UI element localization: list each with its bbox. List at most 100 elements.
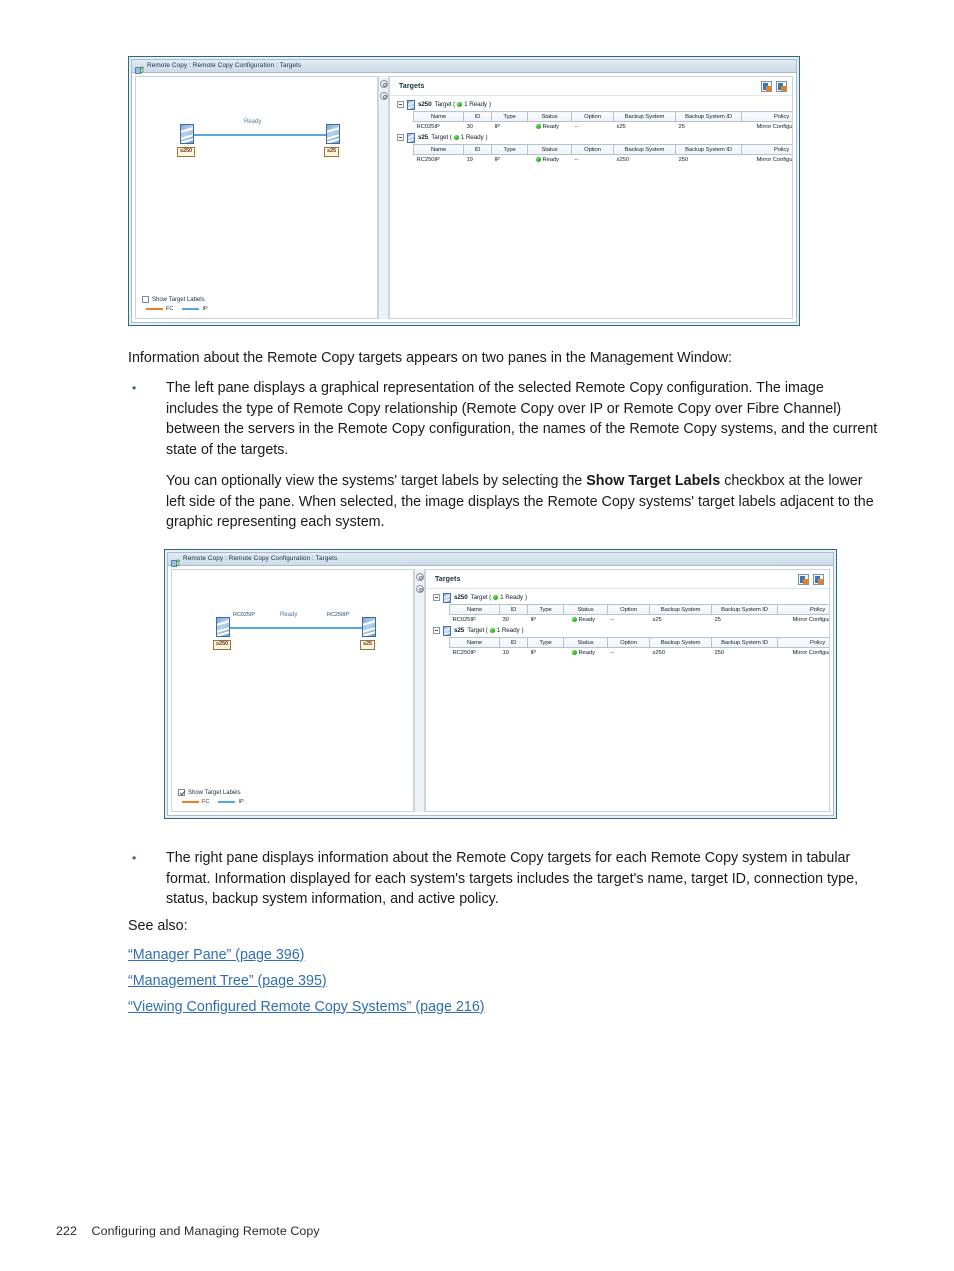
col-name[interactable]: Name — [449, 604, 500, 615]
col-policy[interactable]: Policy — [777, 637, 829, 648]
link-manager-pane[interactable]: “Manager Pane” (page 396) — [128, 947, 304, 963]
pane-splitter[interactable] — [414, 569, 425, 812]
col-status[interactable]: Status — [527, 111, 572, 122]
targets-pane-title: Targets — [435, 576, 461, 583]
footer-page-number: 222 — [56, 1224, 77, 1238]
show-target-labels-row[interactable]: Show Target Labels — [142, 296, 208, 303]
targets-table-s25: Name ID Type Status Option Backup System… — [413, 144, 793, 165]
bullet-marker: • — [132, 851, 137, 865]
topology-diagram: Ready s250 s25 — [136, 77, 377, 251]
link-state-label: Ready — [280, 612, 298, 618]
table-row[interactable]: RC025IP 30 IP Ready -- s25 25 Mirror Con… — [450, 615, 830, 625]
col-policy[interactable]: Policy — [741, 144, 792, 155]
col-backup-system[interactable]: Backup System — [649, 604, 712, 615]
col-type[interactable]: Type — [527, 637, 564, 648]
legend-key-ip: IP — [218, 799, 244, 805]
collapse-right-icon[interactable] — [379, 92, 388, 100]
col-type[interactable]: Type — [491, 111, 528, 122]
col-backup-system[interactable]: Backup System — [613, 144, 676, 155]
diagram-legend: Show Target Labels FC IP — [142, 296, 208, 312]
col-id[interactable]: ID — [499, 637, 528, 648]
col-status[interactable]: Status — [563, 604, 608, 615]
tree-node-s25[interactable]: s25 Target ( 1 Ready ) — [432, 625, 824, 636]
col-option[interactable]: Option — [607, 604, 650, 615]
show-target-labels-row[interactable]: Show Target Labels — [178, 789, 244, 796]
graphic-pane[interactable]: Ready s250 s25 Show Target Labels FC IP — [135, 76, 378, 319]
col-backup-system-id[interactable]: Backup System ID — [675, 111, 742, 122]
see-also-label: See also: — [128, 918, 188, 934]
col-id[interactable]: ID — [463, 144, 492, 155]
intro-paragraph-block: Information about the Remote Copy target… — [128, 348, 878, 369]
link-viewing-configured-remote-copy-systems[interactable]: “Viewing Configured Remote Copy Systems”… — [128, 999, 485, 1015]
col-status[interactable]: Status — [527, 144, 572, 155]
tree-node-s250[interactable]: s250 Target ( 1 Ready ) — [432, 592, 824, 603]
col-type[interactable]: Type — [527, 604, 564, 615]
targets-table-s250: Name ID Type Status Option Backup System… — [413, 111, 793, 132]
system-icon-right[interactable] — [362, 617, 376, 637]
col-option[interactable]: Option — [571, 144, 614, 155]
system-node-icon — [407, 132, 415, 143]
col-backup-system-id[interactable]: Backup System ID — [711, 604, 778, 615]
export-table-icon[interactable] — [761, 81, 772, 92]
tree-node-s25[interactable]: s25 Target ( 1 Ready ) — [396, 132, 787, 143]
collapse-icon[interactable] — [433, 627, 440, 634]
col-id[interactable]: ID — [499, 604, 528, 615]
tree-node-s250[interactable]: s250 Target ( 1 Ready ) — [396, 99, 787, 110]
window-workarea: Ready RC025IP RC250IP s250 s25 Show Targ… — [167, 565, 834, 816]
graphic-pane[interactable]: Ready RC025IP RC250IP s250 s25 Show Targ… — [171, 569, 414, 812]
show-target-labels-checkbox[interactable] — [178, 789, 185, 796]
collapse-icon[interactable] — [433, 594, 440, 601]
col-backup-system[interactable]: Backup System — [613, 111, 676, 122]
cell-option: -- — [574, 156, 579, 163]
table-row[interactable]: RC250IP 19 IP Ready -- s250 250 Mirror C… — [414, 155, 793, 165]
col-option[interactable]: Option — [607, 637, 650, 648]
system-icon-left[interactable] — [180, 124, 194, 144]
system-icon-left[interactable] — [216, 617, 230, 637]
collapse-left-icon[interactable] — [415, 573, 424, 581]
tree-node-suffix-end: ) — [485, 134, 488, 141]
table-row[interactable]: RC250IP 19 IP Ready -- s250 250 Mirror C… — [450, 648, 830, 658]
link-management-tree[interactable]: “Management Tree” (page 395) — [128, 973, 327, 989]
col-backup-system[interactable]: Backup System — [649, 637, 712, 648]
cell-type: IP — [494, 123, 500, 130]
table-header-row: Name ID Type Status Option Backup System… — [449, 604, 829, 615]
target-group-s250: s250 Target ( 1 Ready ) Name ID Type Sta… — [432, 592, 829, 624]
col-policy[interactable]: Policy — [777, 604, 829, 615]
target-group-s25: s25 Target ( 1 Ready ) Name ID Type Stat… — [396, 132, 792, 164]
system-node-icon — [443, 592, 451, 603]
show-target-labels-label: Show Target Labels — [152, 296, 205, 303]
col-backup-system-id[interactable]: Backup System ID — [711, 637, 778, 648]
col-option[interactable]: Option — [571, 111, 614, 122]
collapse-icon[interactable] — [397, 101, 404, 108]
collapse-left-icon[interactable] — [379, 80, 388, 88]
window-workarea: Ready s250 s25 Show Target Labels FC IP … — [131, 72, 797, 323]
status-dot-icon — [571, 617, 577, 622]
col-name[interactable]: Name — [413, 144, 464, 155]
col-name[interactable]: Name — [449, 637, 500, 648]
export-table-icon[interactable] — [798, 574, 809, 585]
table-row[interactable]: RC025IP 30 IP Ready -- s25 25 Mirror Con… — [414, 122, 793, 132]
print-table-icon[interactable] — [776, 81, 787, 92]
system-icon-right[interactable] — [326, 124, 340, 144]
col-backup-system-id[interactable]: Backup System ID — [675, 144, 742, 155]
collapse-icon[interactable] — [397, 134, 404, 141]
targets-table-pane: Targets s250 Target (1 Ready) Name ID … — [389, 76, 793, 319]
pane-splitter[interactable] — [378, 76, 389, 319]
print-table-icon[interactable] — [813, 574, 824, 585]
table-header-row: Name ID Type Status Option Backup System… — [413, 111, 792, 122]
col-status[interactable]: Status — [563, 637, 608, 648]
col-id[interactable]: ID — [463, 111, 492, 122]
bullet-1-note: You can optionally view the systems' tar… — [166, 471, 878, 533]
cell-backup-system: s25 — [616, 123, 626, 130]
col-name[interactable]: Name — [413, 111, 464, 122]
col-policy[interactable]: Policy — [741, 111, 792, 122]
table-header-row: Name ID Type Status Option Backup System… — [413, 144, 792, 155]
show-target-labels-checkbox[interactable] — [142, 296, 149, 303]
fc-swatch — [182, 801, 199, 803]
targets-table-s250: Name ID Type Status Option Backup System… — [449, 604, 830, 625]
cell-id: 19 — [502, 649, 509, 656]
collapse-right-icon[interactable] — [415, 585, 424, 593]
tree-node-count: 1 Ready — [460, 134, 484, 141]
footer-title: Configuring and Managing Remote Copy — [91, 1224, 320, 1238]
col-type[interactable]: Type — [491, 144, 528, 155]
